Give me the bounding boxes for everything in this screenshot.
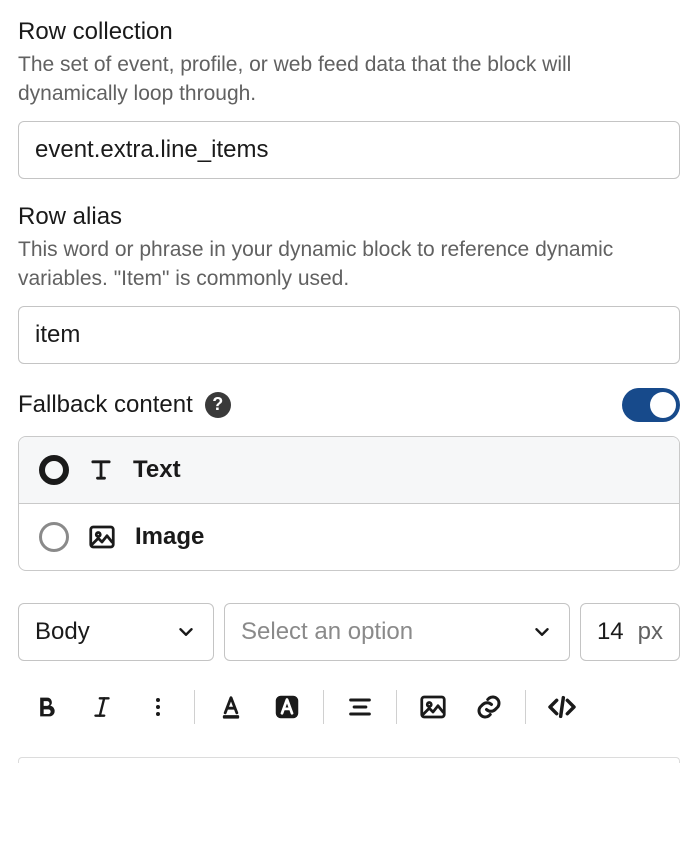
row-collection-title: Row collection [18,18,680,46]
format-bar [18,677,680,737]
chevron-down-icon [531,621,553,643]
insert-image-button[interactable] [405,683,461,731]
row-collection-section: Row collection The set of event, profile… [18,18,680,179]
row-alias-section: Row alias This word or phrase in your dy… [18,203,680,364]
editor-area[interactable] [18,757,680,763]
code-view-button[interactable] [534,683,590,731]
fallback-type-group: Text Image [18,436,680,571]
radio-selected-icon [39,455,69,485]
font-size-input[interactable]: 14 px [580,603,680,661]
row-alias-input[interactable] [18,306,680,364]
highlight-color-button[interactable] [259,683,315,731]
text-toolbar-selects: Body Select an option 14 px [18,603,680,661]
font-style-select[interactable]: Body [18,603,214,661]
image-icon [87,522,117,552]
fallback-toggle[interactable] [622,388,680,422]
divider [194,690,195,724]
text-icon [87,456,115,484]
font-size-value: 14 [597,618,624,646]
font-option-placeholder: Select an option [241,618,413,646]
help-icon[interactable]: ? [205,392,231,418]
fallback-title: Fallback content [18,391,193,419]
text-color-button[interactable] [203,683,259,731]
row-collection-desc: The set of event, profile, or web feed d… [18,50,680,109]
fallback-option-text[interactable]: Text [19,437,679,503]
divider [396,690,397,724]
font-option-select[interactable]: Select an option [224,603,570,661]
row-alias-desc: This word or phrase in your dynamic bloc… [18,235,680,294]
insert-link-button[interactable] [461,683,517,731]
font-size-unit: px [638,618,663,646]
fallback-option-image[interactable]: Image [19,503,679,570]
radio-unselected-icon [39,522,69,552]
divider [323,690,324,724]
more-formatting-button[interactable] [130,683,186,731]
row-collection-input[interactable] [18,121,680,179]
italic-button[interactable] [74,683,130,731]
fallback-option-label: Image [135,523,204,551]
align-button[interactable] [332,683,388,731]
font-style-value: Body [35,618,90,646]
fallback-header: Fallback content ? [18,388,680,422]
fallback-option-label: Text [133,456,181,484]
chevron-down-icon [175,621,197,643]
divider [525,690,526,724]
row-alias-title: Row alias [18,203,680,231]
bold-button[interactable] [18,683,74,731]
